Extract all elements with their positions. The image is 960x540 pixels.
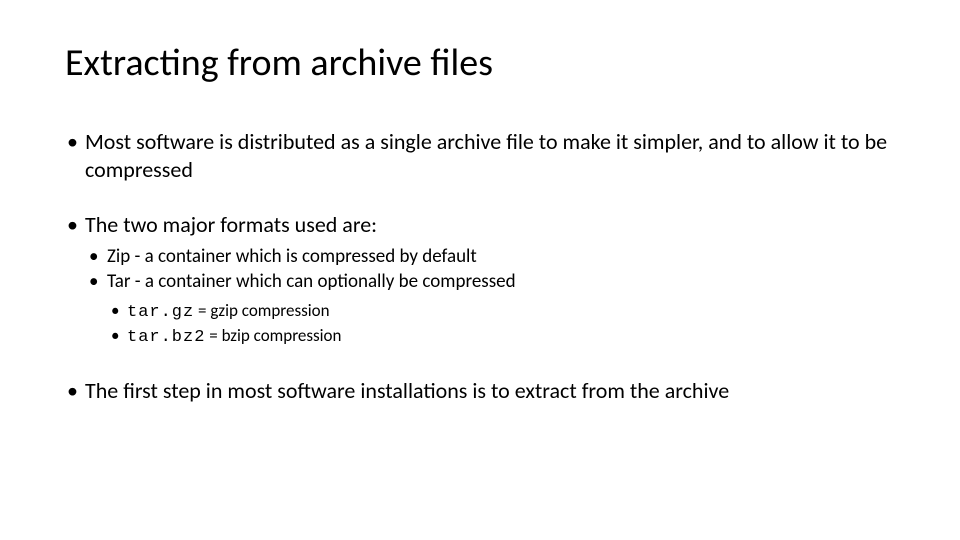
code-text: tar.bz2 [127, 328, 205, 347]
bullet-level2: Zip - a container which is compressed by… [87, 245, 895, 269]
slide-title: Extracting from archive files [65, 40, 895, 86]
bullet-text: = gzip compression [194, 300, 329, 321]
bullet-level3: tar.bz2 = bzip compression [109, 325, 895, 349]
bullet-level2: Tar - a container which can optionally b… [87, 270, 895, 294]
code-text: tar.gz [127, 303, 194, 322]
bullet-text: = bzip compression [205, 325, 341, 346]
bullet-level1: The first step in most software installa… [65, 377, 895, 405]
bullet-level3: tar.gz = gzip compression [109, 300, 895, 324]
bullet-level1: Most software is distributed as a single… [65, 128, 895, 183]
bullet-level1: The two major formats used are: [65, 211, 895, 239]
